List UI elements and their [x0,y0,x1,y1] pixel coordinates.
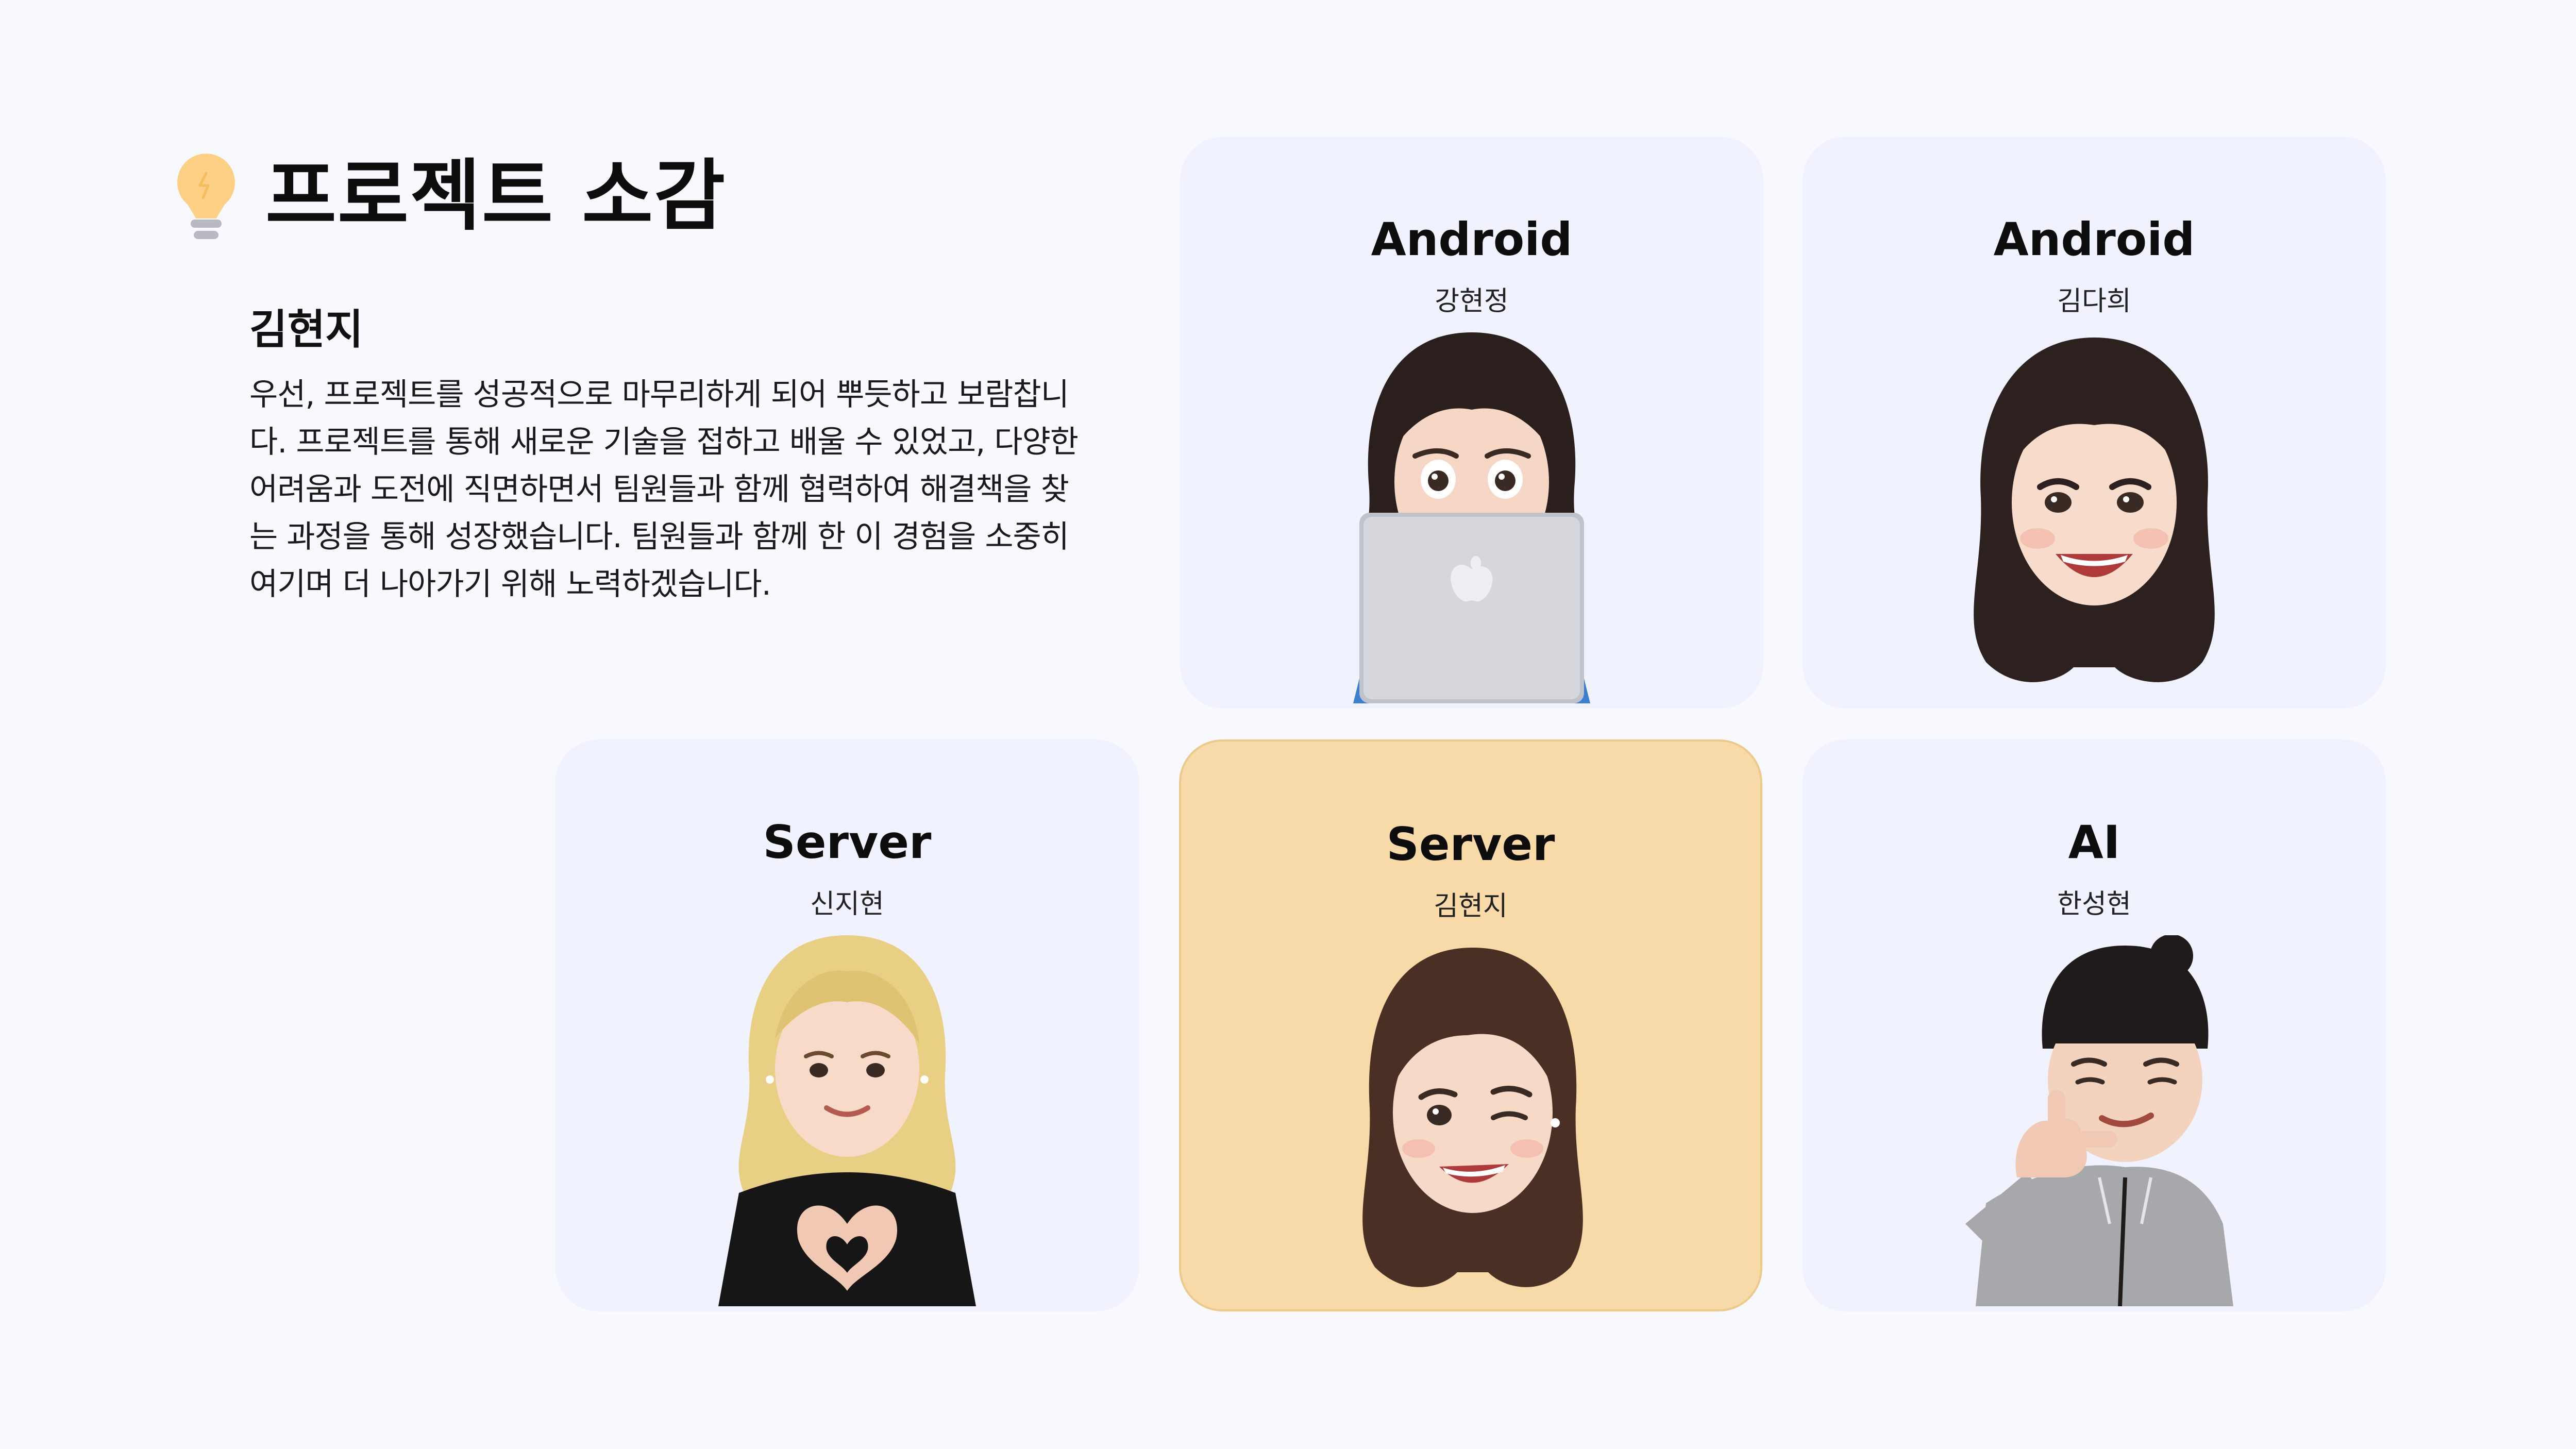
member-card-server-2: Server 김현지 [1179,739,1762,1311]
member-name: 강현정 [1435,286,1509,317]
lightbulb-icon [177,154,235,239]
member-card-ai: AI 한성현 [1803,739,2386,1311]
member-name: 신지현 [810,889,884,920]
page-title: 프로젝트 소감 [265,151,727,241]
member-card-android-1: Android 강현정 [1180,137,1763,709]
member-card-android-2: Android 김다희 [1803,137,2386,709]
member-name: 한성현 [2057,889,2131,920]
member-role: Android [1993,213,2195,266]
member-name: 김현지 [1434,891,1508,922]
memoji-wink-avatar [1362,948,1583,1287]
member-role: Server [1386,818,1555,871]
member-role: AI [2068,816,2120,869]
memoji-laptop-avatar [1353,332,1590,703]
member-name: 김다희 [2057,286,2131,317]
memoji-heart-hands-avatar [718,935,976,1306]
reflection-text: 우선, 프로젝트를 성공적으로 마무리하게 되어 뿌듯하고 보람찹니다. 프로젝… [249,377,1079,602]
memoji-call-gesture-avatar [1965,935,2233,1306]
memoji-smile-avatar [1974,338,2215,682]
reflection-author: 김현지 [249,306,363,353]
member-role: Android [1371,213,1573,266]
member-role: Server [763,816,932,869]
member-card-server-1: Server 신지현 [555,739,1139,1311]
